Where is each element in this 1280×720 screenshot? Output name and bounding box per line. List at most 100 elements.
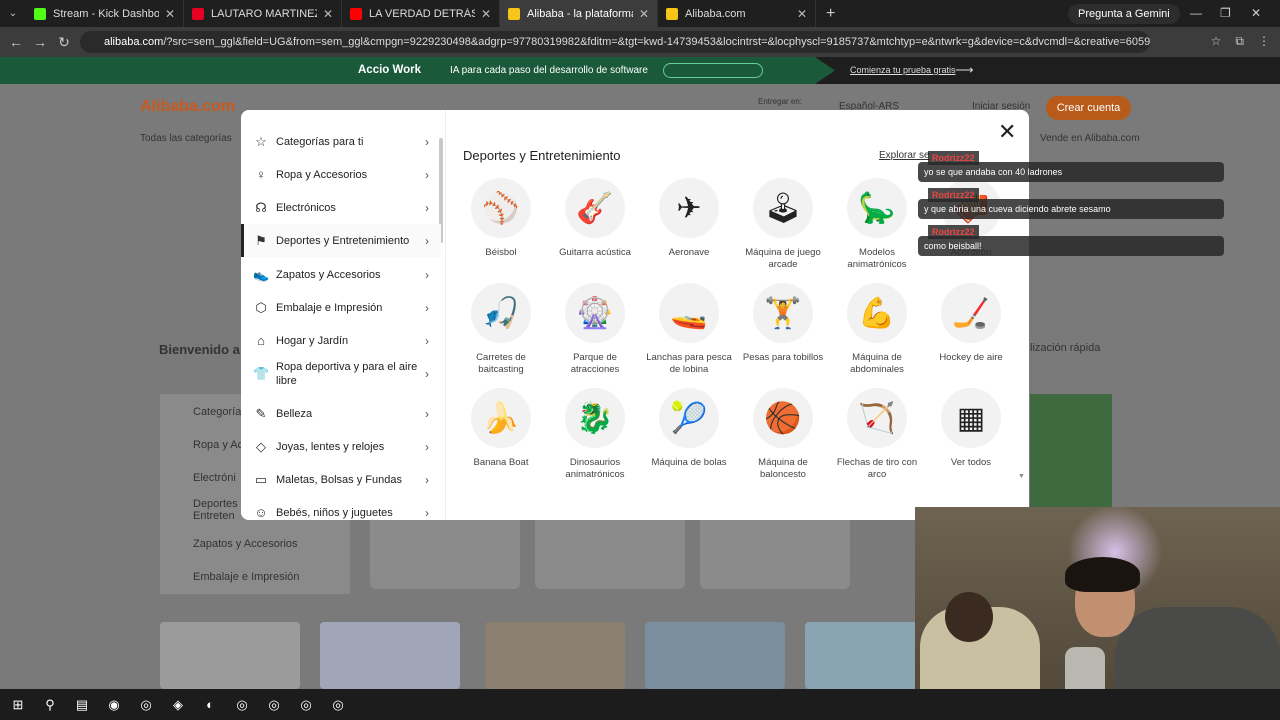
chevron-right-icon: › [425,267,429,282]
product-item[interactable]: 🏀 Máquina de baloncesto [738,388,828,481]
product-item[interactable]: 🎸 Guitarra acústica [550,178,640,259]
browser-tab[interactable]: Alibaba.com ✕ [658,0,816,27]
category-item[interactable]: ▭ Maletas, Bolsas y Fundas › [241,463,441,496]
back-icon[interactable]: ← [4,34,28,50]
gemini-label: Pregunta a Gemini [1078,8,1170,20]
browser-tab[interactable]: LAUTARO MARTINEZ ✕ [184,0,342,27]
tab-close-icon[interactable]: ✕ [639,7,649,21]
url-field[interactable]: alibaba.com/?src=sem_ggl&field=UG&from=s… [80,31,1150,53]
category-item[interactable]: ⌂ Hogar y Jardín › [241,324,441,357]
whatsapp-icon[interactable]: ◉ [102,694,126,716]
product-item[interactable]: 🎣 Carretes de baitcasting [456,283,546,376]
browser-tab[interactable]: Stream - Kick Dashboard ✕ [26,0,184,27]
product-label: Máquina de bolas [651,457,727,468]
chrome-icon[interactable]: ◎ [326,694,350,716]
category-item[interactable]: ⚑ Deportes y Entretenimiento › [241,224,441,257]
extensions-icon[interactable]: ⧉ [1235,34,1244,49]
windows-start-icon[interactable]: ⊞ [6,694,30,716]
gemini-button[interactable]: Pregunta a Gemini [1068,4,1180,24]
reload-icon[interactable]: ↻ [52,34,76,51]
explore-link[interactable]: Explorar se [879,150,930,161]
minimize-icon[interactable]: — [1190,6,1202,20]
product-item[interactable]: 🦕 Modelos animatrónicos [832,178,922,271]
category-icon: ◇ [256,438,266,454]
product-item[interactable]: ⚾ Béisbol [456,178,546,259]
promo-icons [663,63,763,78]
product-item[interactable]: 🎡 Parque de atracciones [550,283,640,376]
category-item[interactable]: 👟 Zapatos y Accesorios › [241,258,441,291]
promo-tile[interactable] [320,622,460,689]
product-label: Máquina de abdominales [850,352,904,375]
product-image[interactable] [535,509,685,589]
category-icon: ⚑ [255,232,267,248]
tab-close-icon[interactable]: ✕ [481,7,491,21]
product-item[interactable]: 🏹 Flechas de tiro con arco [832,388,922,481]
promo-cta[interactable]: Comienza tu prueba gratis [850,65,956,75]
product-icon: 🎣 [471,283,531,343]
chrome-icon[interactable]: ◎ [230,694,254,716]
promo-tile[interactable] [485,622,625,689]
product-item[interactable]: 🍌 Banana Boat [456,388,546,469]
product-image[interactable] [700,509,850,589]
tab-close-icon[interactable]: ✕ [165,7,175,21]
side-cat[interactable]: Electróni [193,472,236,484]
side-cat[interactable]: Embalaje e Impresión [193,571,299,583]
file-explorer-icon[interactable]: ▤ [70,694,94,716]
product-item[interactable]: 🚤 Lanchas para pesca de lobina [644,283,734,376]
chrome-icon[interactable]: ◎ [134,694,158,716]
chrome-icon[interactable]: ◎ [262,694,286,716]
product-item[interactable]: 💪 Máquina de abdominales [832,283,922,376]
category-label: Ropa deportiva y para el aire libre [276,360,418,387]
product-item[interactable]: 🏋 Pesas para tobillos [738,283,828,364]
tab-close-icon[interactable]: ✕ [797,7,807,21]
create-account-button[interactable]: Crear cuenta [1046,96,1131,120]
product-item[interactable]: ✈ Aeronave [644,178,734,259]
tab-search-icon[interactable]: ⌄ [0,8,26,19]
promo-tile[interactable] [645,622,785,689]
product-item[interactable]: 🎾 Máquina de bolas [644,388,734,469]
chrome-icon[interactable]: ◎ [294,694,318,716]
product-label: Lanchas para pesca de lobina [646,352,732,375]
product-label: Parque de atracciones [570,352,620,375]
product-item[interactable]: ▦ Ver todos [926,388,1016,469]
category-item[interactable]: ✎ Belleza › [241,397,441,430]
promo-tile[interactable] [160,622,300,689]
sell-link[interactable]: Vende en Alibaba.com [1040,133,1140,144]
browser-tab[interactable]: LA VERDAD DETRÁS DE TU CO ✕ [342,0,500,27]
scroll-down-icon[interactable]: ▼ [1018,473,1025,480]
product-image[interactable] [370,509,520,589]
product-item[interactable]: 🏒 Hockey de aire [926,283,1016,364]
close-window-icon[interactable]: ✕ [1251,6,1261,20]
category-item[interactable]: ◇ Joyas, lentes y relojes › [241,430,441,463]
obs-icon[interactable]: ◐ [198,694,222,716]
side-cat[interactable]: Categoría [193,406,241,418]
all-categories-link[interactable]: Todas las categorías [140,133,232,144]
product-icon: 🏀 [753,388,813,448]
tab-close-icon[interactable]: ✕ [323,7,333,21]
category-label: Embalaje e Impresión [276,301,383,314]
category-label: Categorías para ti [276,135,364,148]
bookmark-star-icon[interactable]: ☆ [1211,34,1222,49]
forward-icon[interactable]: → [28,34,52,50]
new-tab-button[interactable]: + [826,5,835,23]
promo-banner[interactable]: Accio Work IA para cada paso del desarro… [0,57,1280,84]
alibaba-logo[interactable]: Alibaba.com [140,98,235,116]
product-item[interactable]: 🕹 Máquina de juego arcade [738,178,828,271]
category-item[interactable]: ♀ Ropa y Accesorios › [241,158,441,191]
search-icon[interactable]: ⚲ [38,694,62,716]
category-item[interactable]: ☺ Bebés, niños y juguetes › [241,496,441,520]
side-cat[interactable]: Zapatos y Accesorios [193,538,298,550]
maximize-icon[interactable]: ❐ [1220,6,1231,20]
browser-tab[interactable]: Alibaba - la plataforma de co ✕ [500,0,658,27]
side-cat[interactable]: Ropa y Ac [193,439,243,451]
category-item[interactable]: ☆ Categorías para ti › [241,125,441,158]
category-item[interactable]: 👕 Ropa deportiva y para el aire libre › [241,357,441,390]
tab-title: Stream - Kick Dashboard [53,7,159,20]
product-item[interactable]: 🐉 Dinosaurios animatrónicos [550,388,640,481]
close-icon[interactable]: ✕ [998,119,1016,145]
category-item[interactable]: ⬡ Embalaje e Impresión › [241,291,441,324]
app-icon[interactable]: ◈ [166,694,190,716]
menu-icon[interactable]: ⋮ [1258,34,1270,49]
category-item[interactable]: ☊ Electrónicos › [241,191,441,224]
chevron-right-icon: › [425,505,429,520]
